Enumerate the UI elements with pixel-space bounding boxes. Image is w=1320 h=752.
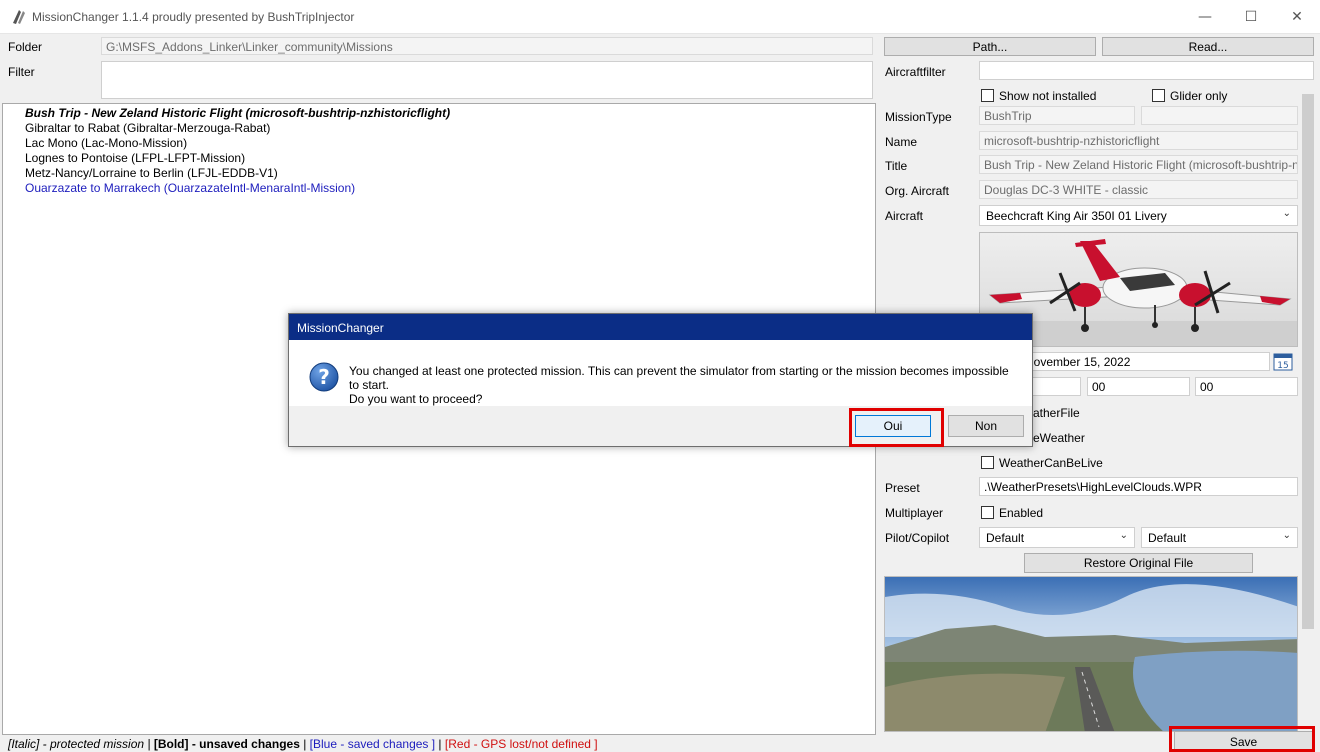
path-button[interactable]: Path...	[884, 37, 1096, 56]
time-minutes-field[interactable]: 00	[1087, 377, 1190, 396]
close-button[interactable]: ✕	[1274, 0, 1320, 34]
missiontype-extra-field[interactable]	[1141, 106, 1298, 125]
preset-field[interactable]: .\WeatherPresets\HighLevelClouds.WPR	[979, 477, 1298, 496]
chevron-down-icon: ⌄	[1119, 530, 1128, 541]
calendar-day: 15	[1277, 361, 1288, 371]
multiplayer-label: Multiplayer	[885, 506, 944, 520]
list-item[interactable]: Lac Mono (Lac-Mono-Mission)	[25, 136, 187, 150]
list-item[interactable]: Metz-Nancy/Lorraine to Berlin (LFJL-EDDB…	[25, 166, 278, 180]
show-not-installed-label: Show not installed	[999, 89, 1097, 103]
aircraft-select[interactable]: Beechcraft King Air 350I 01 Livery ⌄	[979, 205, 1298, 226]
list-item[interactable]: Gibraltar to Rabat (Gibraltar-Merzouga-R…	[25, 121, 270, 135]
dialog-message-line: Do you want to proceed?	[349, 392, 483, 406]
title-label: Title	[885, 159, 908, 173]
liveweather-label: eWeather	[1033, 431, 1085, 445]
chevron-down-icon: ⌄	[1282, 208, 1291, 219]
date-field[interactable]: November 15, 2022	[1020, 352, 1270, 371]
dialog-titlebar	[289, 314, 1032, 340]
folder-label: Folder	[8, 40, 43, 54]
minimize-button[interactable]: —	[1182, 0, 1228, 34]
maximize-button[interactable]: ☐	[1228, 0, 1274, 34]
time-seconds-field[interactable]: 00	[1195, 377, 1298, 396]
yes-button-highlight	[849, 408, 944, 447]
org-aircraft-label: Org. Aircraft	[885, 184, 950, 198]
app-icon	[10, 8, 28, 26]
legend-separator: |	[435, 737, 445, 751]
dialog-body: ? You changed at least one protected mis…	[289, 340, 1032, 406]
copilot-select[interactable]: Default ⌄	[1141, 527, 1298, 548]
missiontype-label: MissionType	[885, 110, 952, 124]
restore-original-file-button[interactable]: Restore Original File	[1024, 553, 1253, 573]
calendar-icon[interactable]: 15	[1273, 352, 1293, 371]
multiplayer-enabled-label: Enabled	[999, 506, 1044, 520]
read-button[interactable]: Read...	[1102, 37, 1314, 56]
window-title: MissionChanger 1.1.4 proudly presented b…	[32, 10, 355, 24]
dialog-message: You changed at least one protected missi…	[349, 364, 1019, 406]
name-label: Name	[885, 135, 918, 149]
legend-blue: [Blue - saved changes ]	[309, 737, 436, 751]
right-pane-scroll-thumb[interactable]	[1302, 94, 1314, 629]
weathercanbelive-checkbox[interactable]	[981, 456, 994, 469]
list-item[interactable]: Ouarzazate to Marrakech (OuarzazateIntl-…	[25, 181, 355, 195]
aircraft-label: Aircraft	[885, 209, 924, 223]
org-aircraft-field[interactable]: Douglas DC-3 WHITE - classic	[979, 180, 1298, 199]
copilot-select-value: Default	[1148, 531, 1187, 545]
preset-label: Preset	[885, 481, 920, 495]
question-icon: ?	[309, 362, 339, 392]
legend-red: [Red - GPS lost/not defined ]	[444, 737, 598, 751]
list-item[interactable]: Bush Trip - New Zeland Historic Flight (…	[25, 106, 450, 120]
name-field[interactable]: microsoft-bushtrip-nzhistoricflight	[979, 131, 1298, 150]
folder-field[interactable]: G:\MSFS_Addons_Linker\Linker_community\M…	[101, 37, 873, 55]
no-button[interactable]: Non	[948, 415, 1024, 437]
missiontype-field[interactable]: BushTrip	[979, 106, 1135, 125]
pilot-select[interactable]: Default ⌄	[979, 527, 1135, 548]
multiplayer-enabled-checkbox[interactable]	[981, 506, 994, 519]
dialog-title: MissionChanger	[297, 321, 384, 335]
glider-only-label: Glider only	[1170, 89, 1228, 103]
aircraft-select-value: Beechcraft King Air 350I 01 Livery	[986, 209, 1167, 223]
status-bar: [Italic] - protected mission | [Bold] - …	[0, 736, 1320, 752]
confirm-dialog: MissionChanger ? You changed at least on…	[288, 313, 1033, 447]
svg-text:?: ?	[318, 365, 330, 389]
show-not-installed-checkbox[interactable]	[981, 89, 994, 102]
pilot-copilot-label: Pilot/Copilot	[885, 531, 950, 545]
landscape-image	[884, 576, 1298, 732]
legend-italic: [Italic]	[8, 737, 40, 751]
title-field[interactable]: Bush Trip - New Zeland Historic Flight (…	[979, 155, 1298, 174]
list-item[interactable]: Lognes to Pontoise (LFPL-LFPT-Mission)	[25, 151, 245, 165]
aircraftfilter-input[interactable]	[979, 61, 1314, 80]
filter-input[interactable]	[101, 61, 873, 99]
weatherfile-label: atherFile	[1033, 406, 1080, 420]
dialog-message-line: You changed at least one protected missi…	[349, 364, 1009, 392]
pilot-select-value: Default	[986, 531, 1025, 545]
weathercanbelive-label: WeatherCanBeLive	[999, 456, 1103, 470]
legend-separator: |	[299, 737, 310, 751]
filter-label: Filter	[8, 65, 35, 79]
glider-only-checkbox[interactable]	[1152, 89, 1165, 102]
aircraftfilter-label: Aircraftfilter	[885, 65, 946, 79]
legend-bold: [Bold] - unsaved changes	[153, 737, 300, 751]
chevron-down-icon: ⌄	[1282, 530, 1291, 541]
legend-italic-desc: - protected mission |	[39, 737, 154, 751]
